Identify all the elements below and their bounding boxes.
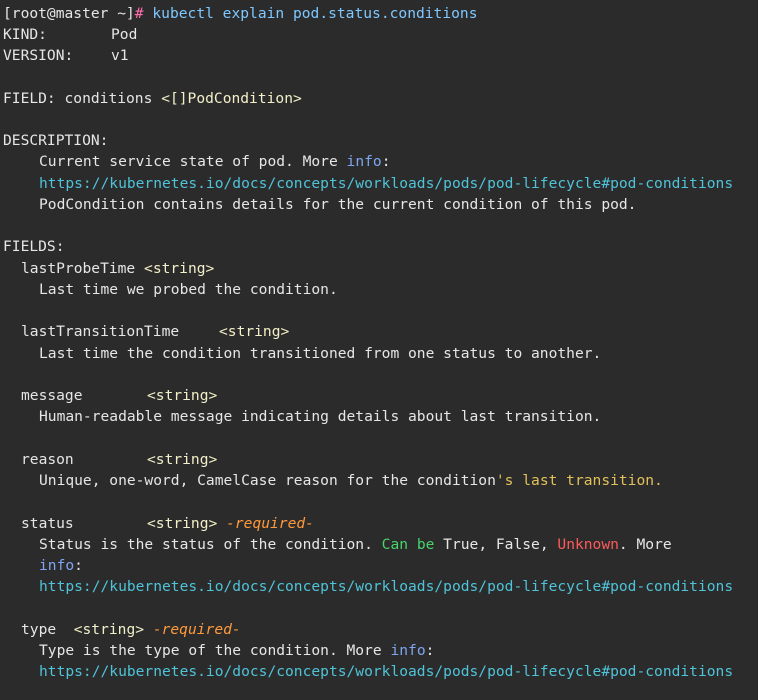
status-info-line: info: [39, 557, 83, 574]
field-reason: reason <string> [21, 450, 217, 470]
kind-label: KIND: [3, 26, 47, 43]
field-name: conditions [64, 90, 153, 107]
field-type: <string> [219, 323, 290, 340]
field-label: FIELD: [3, 90, 56, 107]
field-description: Type is the type of the condition. More … [39, 642, 435, 659]
field-name: status [21, 515, 74, 532]
field-description: Status is the status of the condition. C… [39, 536, 672, 553]
required-tag: -required- [152, 621, 241, 638]
field-description: Human-readable message indicating detail… [39, 408, 602, 425]
description-url[interactable]: https://kubernetes.io/docs/concepts/work… [39, 174, 733, 194]
info-link[interactable]: info [390, 642, 425, 659]
field-type-row: type <string> -required- [21, 620, 241, 640]
info-link[interactable]: info [39, 557, 74, 574]
field-message: message <string> [21, 386, 217, 406]
field-type: <[]PodCondition> [161, 90, 302, 107]
field-name: reason [21, 451, 74, 468]
status-url[interactable]: https://kubernetes.io/docs/concepts/work… [39, 577, 733, 597]
field-row: FIELD: conditions <[]PodCondition> [3, 89, 302, 109]
type-url[interactable]: https://kubernetes.io/docs/concepts/work… [39, 662, 733, 682]
field-type: <string> [144, 260, 215, 277]
terminal-window[interactable]: [root@master ~]# kubectl explain pod.sta… [0, 0, 758, 700]
field-lastprobetime: lastProbeTime <string> [21, 259, 214, 279]
field-type: <string> [147, 451, 218, 468]
prompt-symbol: # [134, 5, 144, 22]
version-label: VERSION: [3, 47, 74, 64]
version-row: VERSION: v1 [3, 46, 129, 66]
description-line-3: PodCondition contains details for the cu… [39, 196, 637, 213]
field-type: <string> [147, 515, 218, 532]
field-status: status <string> -required- [21, 514, 314, 534]
field-name: lastTransitionTime [21, 323, 180, 340]
field-name: message [21, 387, 83, 404]
kind-row: KIND: Pod [3, 25, 137, 45]
field-description: Last time we probed the condition. [39, 281, 338, 298]
field-type: <string> [73, 621, 145, 638]
field-description: Last time the condition transitioned fro… [39, 345, 602, 362]
description-heading: DESCRIPTION: [3, 132, 109, 149]
field-name: type [21, 621, 57, 638]
command-line: [root@master ~]# kubectl explain pod.sta… [3, 4, 477, 24]
required-tag: -required- [226, 515, 314, 532]
field-name: lastProbeTime [21, 260, 136, 277]
command-text: kubectl explain pod.status.conditions [152, 5, 478, 22]
field-lasttransitiontime: lastTransitionTime <string> [21, 322, 289, 342]
field-type: <string> [147, 387, 218, 404]
shell-prompt: [root@master ~] [3, 5, 135, 22]
info-link[interactable]: info [347, 153, 382, 170]
kind-value: Pod [111, 26, 138, 43]
fields-heading: FIELDS: [3, 238, 65, 255]
description-line-1: Current service state of pod. More info: [39, 153, 391, 170]
field-description: Unique, one-word, CamelCase reason for t… [39, 472, 663, 489]
version-value: v1 [111, 47, 129, 64]
